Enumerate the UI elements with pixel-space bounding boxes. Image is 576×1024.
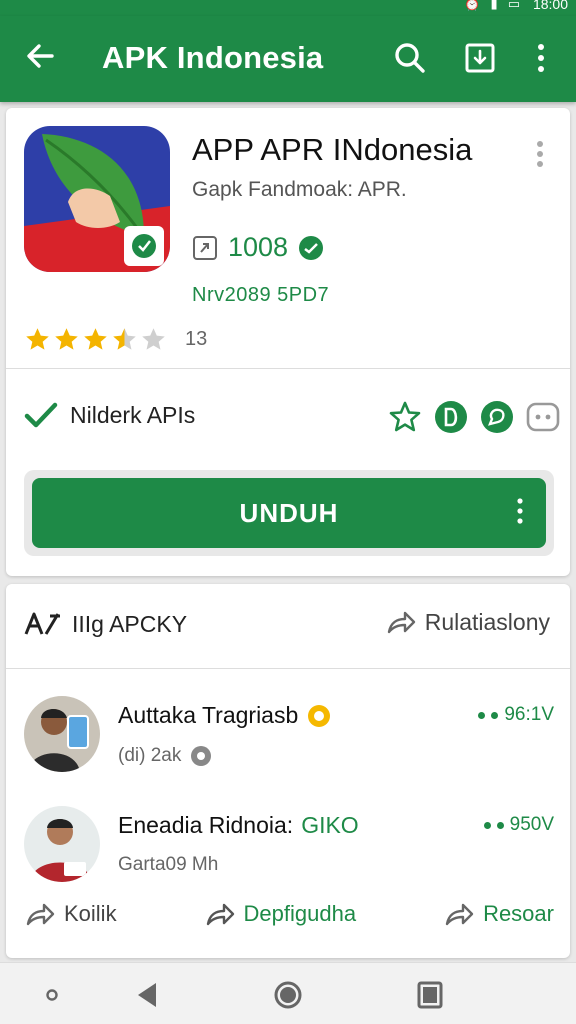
translate-icon [24,612,60,635]
install-icon[interactable] [462,40,498,76]
action-row: Koilik Depfigudha Resoar [24,894,554,934]
avatar [24,806,100,882]
check-icon [24,402,58,428]
dot-icon [478,711,486,719]
download-icon [193,235,217,260]
section-action-label: Rulatiaslony [424,608,550,635]
share-icon [445,903,474,926]
list-item[interactable]: Eneadia Ridnoia: GIKO Garta09 Mh 950V [24,806,554,886]
app-detail-card: APP APR INdonesia Gapk Fandmoak: APR. 10… [6,108,570,576]
signal-icon: ▮ [490,0,498,11]
divider [6,368,570,369]
install-more-icon[interactable] [516,496,524,526]
nav-recents-icon[interactable] [414,979,446,1011]
more-vert-icon[interactable] [528,40,554,76]
install-button-label: UNDUH [239,497,339,528]
settings-icon [191,746,212,766]
section-action[interactable]: Rulatiaslony [385,608,550,636]
app-bar: APK Indonesia [0,16,576,102]
section-header: IIIg APCKY [24,610,187,638]
action-depfigudha[interactable]: Depfigudha [204,900,356,928]
dot-icon [496,821,504,829]
battery-icon: ▭ [507,0,520,11]
nav-home-icon[interactable] [272,979,304,1011]
gold-badge-icon [308,704,331,727]
share-icon [387,611,415,634]
rating-count: 13 [185,328,208,350]
section-card: IIIg APCKY Rulatiaslony Auttaka Tragrias… [6,584,570,958]
verification-row: Nilderk APIs [24,400,195,430]
status-icons: ⏰ ▮ ▭ [464,0,520,12]
list-item-subtitle: (di) 2ak [118,744,213,768]
download-count: 1008 [228,232,289,262]
star-full-icon [55,328,78,350]
divider [6,668,570,669]
nav-back-icon[interactable] [132,979,164,1011]
install-button[interactable]: UNDUH [32,478,546,548]
card-more-icon[interactable] [534,138,546,170]
search-icon[interactable] [392,40,428,76]
dot-icon [483,821,491,829]
share-icon [206,903,234,926]
dot-icon [491,711,499,719]
list-item-tag: GIKO [301,812,359,838]
star-outline-icon[interactable] [388,400,422,434]
star-full-icon [84,328,107,350]
app-name: APP APR INdonesia [192,132,473,167]
star-empty-icon [142,328,165,350]
list-item-meta: 96:1V [478,704,554,726]
badge-row [388,400,560,434]
alarm-icon: ⏰ [464,0,481,11]
system-nav-bar [0,962,576,1024]
d-badge-icon[interactable] [434,400,468,434]
verification-label: Nilderk APIs [70,401,196,428]
star-half-icon [113,328,136,350]
avatar [24,696,100,772]
message-badge-icon[interactable] [526,400,560,434]
clock: 18:00 [532,0,568,12]
app-icon [24,126,170,272]
install-button-frame: UNDUH [24,470,554,556]
chat-badge-icon[interactable] [480,400,514,434]
developer-name[interactable]: Gapk Fandmoak: APR. [192,178,407,202]
rating-row: 13 [24,326,207,353]
page-title: APK Indonesia [102,40,324,75]
back-arrow-icon[interactable] [22,38,58,74]
app-logo-icon [24,126,170,272]
action-resoar[interactable]: Resoar [443,900,554,928]
nav-dot-icon[interactable] [36,979,68,1011]
list-item[interactable]: Auttaka Tragriasb (di) 2ak 96:1V [24,696,554,776]
action-koilik[interactable]: Koilik [24,900,117,928]
status-bar: ⏰ ▮ ▭ 18:00 [0,0,576,16]
downloads-row: 1008 [192,232,324,263]
version-label: Nrv2089 5PD7 [192,284,330,306]
verified-badge-icon [299,235,324,260]
list-item-subtitle: Garta09 Mh [118,854,219,875]
list-item-title: Auttaka Tragriasb [118,702,332,729]
list-item-title: Eneadia Ridnoia: GIKO [118,812,359,838]
star-full-icon [26,328,49,350]
share-icon [26,903,55,926]
section-title: IIIg APCKY [72,610,188,637]
list-item-meta: 950V [483,814,554,836]
